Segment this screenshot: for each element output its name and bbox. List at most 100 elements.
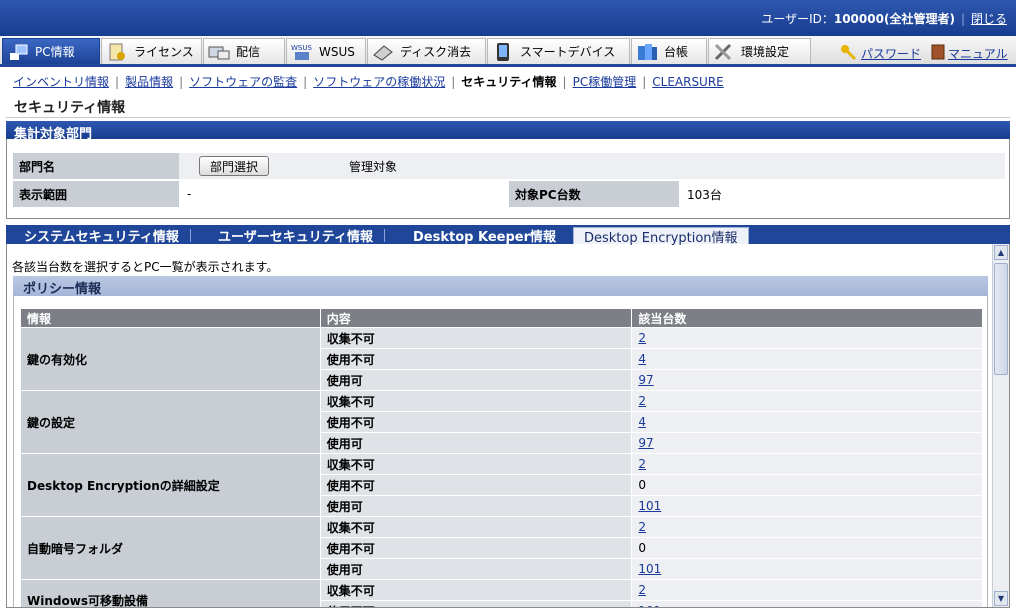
tab-system-security[interactable]: システムセキュリティ情報 — [14, 227, 191, 245]
security-sub-tabs: システムセキュリティ情報 ユーザーセキュリティ情報 Desktop Keeper… — [6, 225, 1010, 246]
delivery-icon — [208, 42, 230, 62]
target-section: 部門名 部門選択 管理対象 表示範囲 - 対象PC台数 103台 — [6, 139, 1010, 219]
scroll-thumb[interactable] — [994, 263, 1008, 375]
close-link[interactable]: 閉じる — [971, 12, 1007, 26]
tab-desktop-encryption[interactable]: Desktop Encryption情報 — [573, 227, 749, 246]
policy-count-cell: 97 — [631, 432, 983, 454]
policy-count-cell: 97 — [631, 369, 983, 391]
policy-status: 使用不可 — [319, 411, 633, 433]
tab-wsus[interactable]: WSUS WSUS — [286, 38, 366, 64]
col-header-count: 該当台数 — [631, 308, 983, 328]
policy-count-link[interactable]: 2 — [638, 583, 646, 597]
tab-ledger[interactable]: 台帳 — [631, 38, 707, 64]
policy-item-name: Desktop Encryptionの詳細設定 — [20, 453, 321, 517]
tab-label: 配信 — [236, 45, 261, 59]
pc-count-value: 103台 — [679, 181, 1005, 207]
policy-count-cell: 2 — [631, 453, 983, 475]
policy-count-cell: 101 — [631, 600, 983, 607]
subnav-security-current: セキュリティ情報 — [461, 75, 557, 89]
policy-status: 使用不可 — [319, 537, 633, 559]
svg-text:WSUS: WSUS — [291, 44, 312, 52]
user-info: ユーザーID：100000(全社管理者) | 閉じる — [761, 12, 1007, 26]
tab-label: PC情報 — [35, 45, 75, 59]
policy-status: 使用不可 — [319, 600, 633, 607]
disk-erase-icon — [372, 42, 394, 62]
tab-label: 台帳 — [664, 45, 689, 59]
tab-label: ユーザーセキュリティ情報 — [218, 230, 373, 245]
tab-smartdevice[interactable]: スマートデバイス — [487, 38, 630, 64]
policy-count-link[interactable]: 97 — [638, 373, 653, 387]
vertical-scrollbar[interactable]: ▲ ▼ — [992, 244, 1009, 607]
user-id-label: ユーザーID： — [761, 12, 834, 26]
table-row: 鍵の有効化 収集不可 2 — [20, 327, 983, 391]
col-header-info: 情報 — [20, 308, 321, 328]
smartdevice-icon — [492, 42, 514, 62]
policy-status: 使用可 — [319, 369, 633, 391]
divider — [6, 117, 1010, 118]
policy-count-link[interactable]: 4 — [638, 415, 646, 429]
policy-count-cell: 2 — [631, 390, 983, 412]
wsus-icon: WSUS — [291, 42, 313, 62]
policy-status: 使用可 — [319, 432, 633, 454]
manual-icon — [931, 44, 945, 63]
policy-count-link[interactable]: 4 — [638, 352, 646, 366]
policy-item-name: 鍵の有効化 — [20, 327, 321, 391]
policy-count-cell: 2 — [631, 516, 983, 538]
policy-count-cell: 0 — [631, 474, 983, 496]
manual-link[interactable]: マニュアル — [948, 45, 1008, 62]
table-header-row: 情報 内容 該当台数 — [20, 308, 983, 328]
policy-status: 使用可 — [319, 558, 633, 580]
table-row: Desktop Encryptionの詳細設定 収集不可 2 — [20, 453, 983, 517]
tab-pc-info[interactable]: PC情報 — [2, 38, 100, 64]
policy-count-cell: 2 — [631, 579, 983, 601]
policy-count-link[interactable]: 2 — [638, 331, 646, 345]
policy-count-cell: 0 — [631, 537, 983, 559]
tab-disk-erase[interactable]: ディスク消去 — [367, 38, 486, 64]
tab-label: ライセンス — [134, 45, 194, 59]
tab-desktop-keeper[interactable]: Desktop Keeper情報 — [403, 227, 566, 245]
policy-count-link[interactable]: 101 — [638, 604, 661, 607]
policy-count-link[interactable]: 2 — [638, 394, 646, 408]
tab-delivery[interactable]: 配信 — [203, 38, 285, 64]
main-tab-bar: PC情報 ライセンス 配信 WSUS WSUS ディスク消去 スマートデバイス … — [0, 36, 1016, 67]
policy-count-link[interactable]: 2 — [638, 457, 646, 471]
password-link[interactable]: パスワード — [861, 45, 921, 62]
policy-status: 収集不可 — [319, 390, 633, 412]
tab-label: システムセキュリティ情報 — [24, 230, 179, 245]
policy-count-link[interactable]: 101 — [638, 562, 661, 576]
policy-count-cell: 101 — [631, 495, 983, 517]
tab-label: ディスク消去 — [400, 45, 472, 59]
scroll-up-icon[interactable]: ▲ — [994, 245, 1008, 260]
tab-content: 各該当台数を選択するとPC一覧が表示されます。 ポリシー情報 情報 内容 該当台… — [6, 244, 1010, 608]
scroll-down-icon[interactable]: ▼ — [994, 591, 1008, 606]
subnav-pc-operation[interactable]: PC稼働管理 — [573, 75, 637, 89]
top-bar: ユーザーID：100000(全社管理者) | 閉じる — [0, 0, 1016, 36]
policy-item-name: Windows可移動設備 — [20, 579, 321, 607]
policy-status: 使用不可 — [319, 474, 633, 496]
policy-item-name: 鍵の設定 — [20, 390, 321, 454]
policy-count-link[interactable]: 97 — [638, 436, 653, 450]
key-icon — [840, 44, 858, 63]
tab-settings[interactable]: 環境設定 — [708, 38, 811, 64]
subnav-inventory[interactable]: インベントリ情報 — [13, 75, 109, 89]
tab-license[interactable]: ライセンス — [101, 38, 202, 64]
tab-user-security[interactable]: ユーザーセキュリティ情報 — [208, 227, 385, 245]
range-label: 表示範囲 — [13, 181, 179, 207]
policy-status: 使用可 — [319, 495, 633, 517]
subnav-software-usage[interactable]: ソフトウェアの稼働状況 — [313, 75, 445, 89]
policy-count-value: 0 — [638, 541, 647, 555]
table-row: 自動暗号フォルダ 収集不可 2 — [20, 516, 983, 580]
policy-count-link[interactable]: 101 — [638, 499, 661, 513]
pc-count-label: 対象PC台数 — [509, 181, 679, 207]
user-id-value: 100000(全社管理者) — [833, 12, 955, 26]
subnav-clearsure[interactable]: CLEARSURE — [652, 75, 724, 89]
policy-status: 収集不可 — [319, 579, 633, 601]
subnav-software-audit[interactable]: ソフトウェアの監査 — [189, 75, 297, 89]
dept-select-button[interactable]: 部門選択 — [199, 156, 270, 176]
subnav-product[interactable]: 製品情報 — [125, 75, 173, 89]
policy-status: 収集不可 — [319, 327, 633, 349]
tab-label: Desktop Keeper情報 — [413, 230, 556, 245]
table-row: Windows可移動設備 収集不可 2 — [20, 579, 983, 607]
dept-value: 管理対象 — [349, 159, 398, 174]
policy-count-link[interactable]: 2 — [638, 520, 646, 534]
